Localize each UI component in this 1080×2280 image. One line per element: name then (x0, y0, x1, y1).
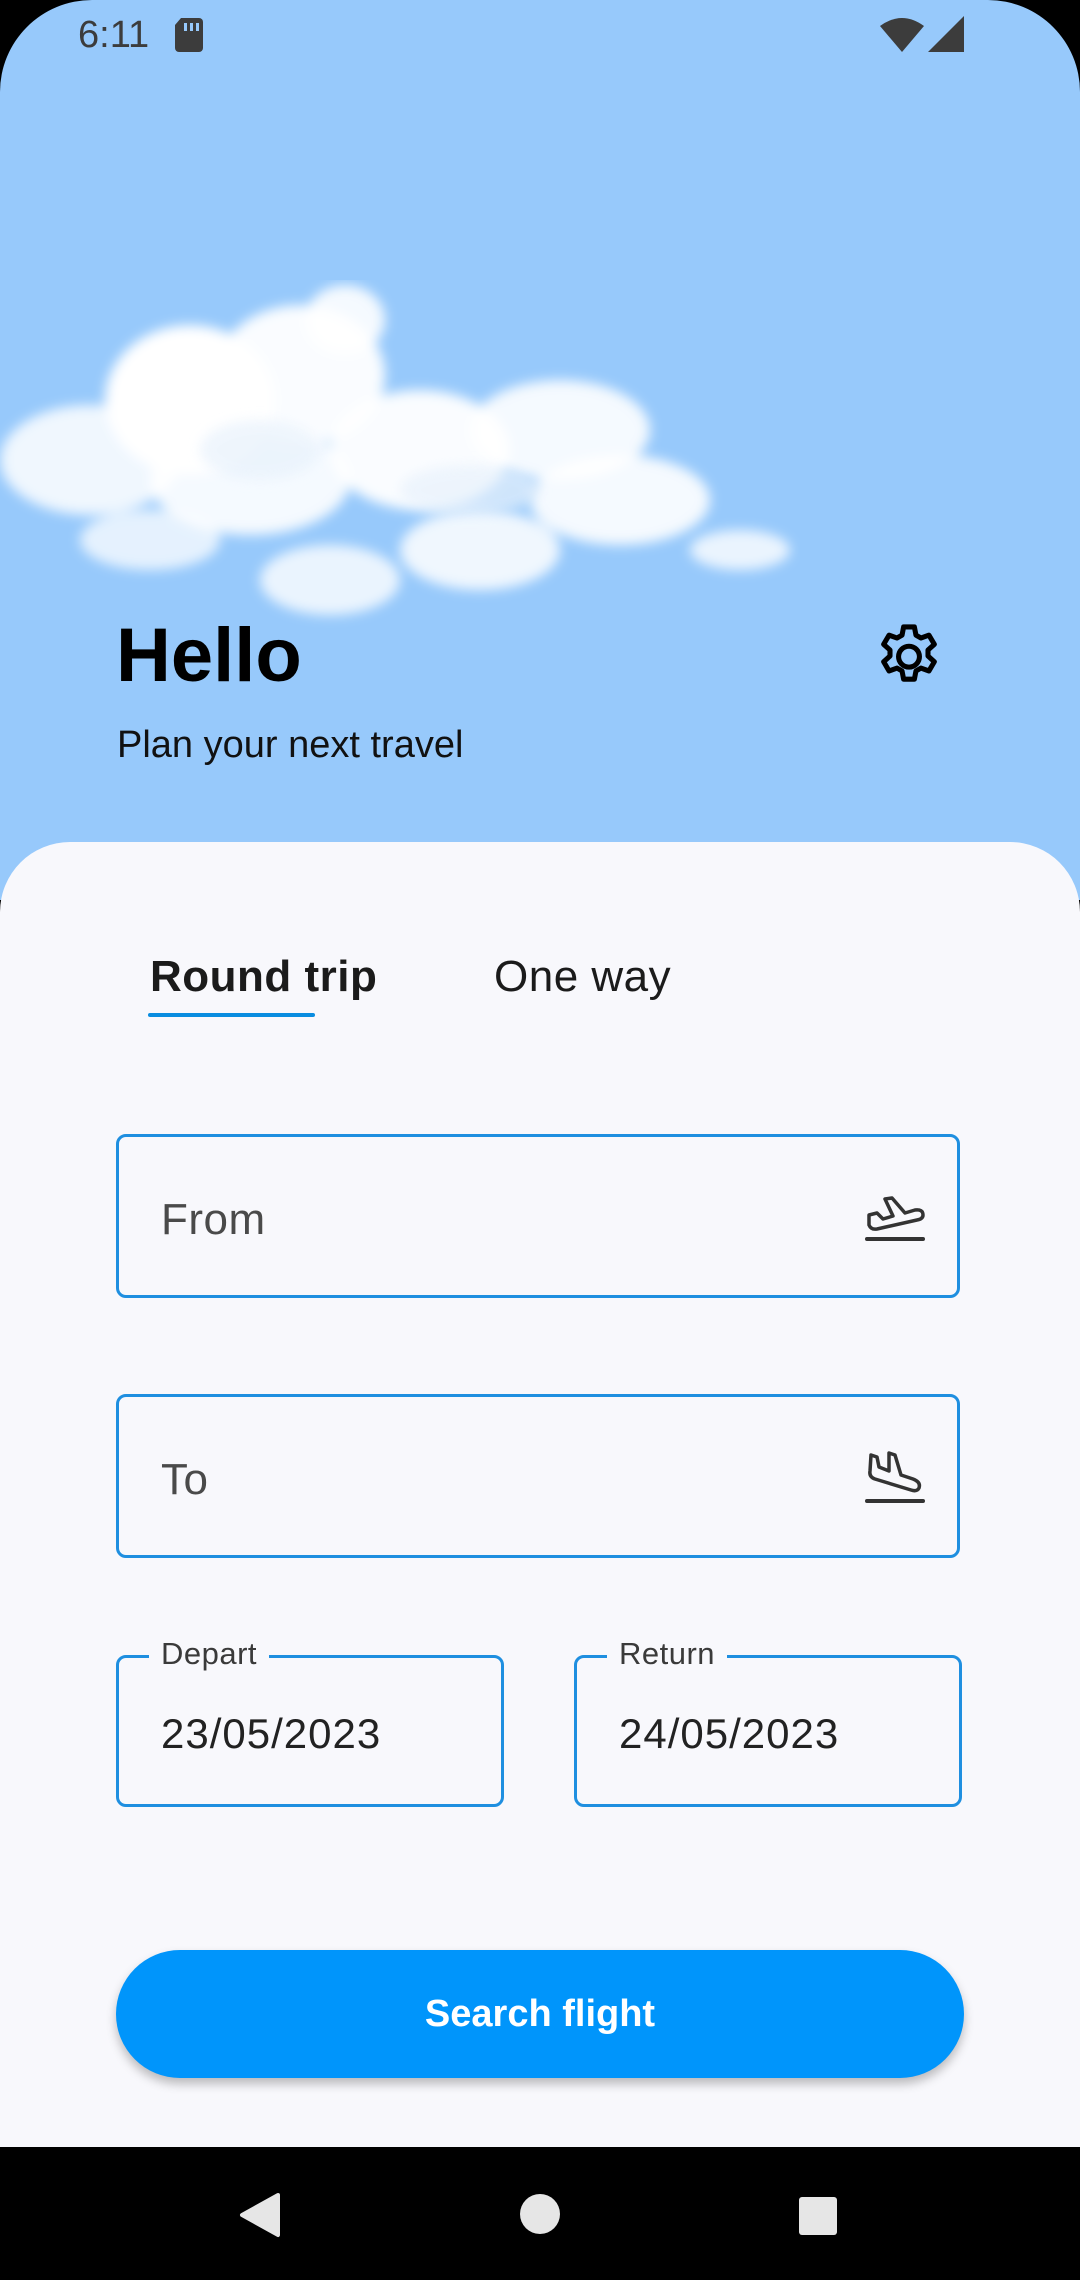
airplane-takeoff-icon (863, 1189, 927, 1250)
return-date-field[interactable]: Return 24/05/2023 (574, 1636, 962, 1807)
airplane-landing-icon (863, 1449, 927, 1512)
tab-one-way[interactable]: One way (494, 952, 671, 1002)
tab-indicator (148, 1013, 315, 1017)
tab-round-trip[interactable]: Round trip (150, 952, 377, 1002)
to-placeholder: To (161, 1455, 209, 1504)
return-label: Return (607, 1636, 728, 1672)
status-time: 6:11 (78, 14, 150, 56)
cellular-signal-icon (928, 16, 964, 57)
home-icon[interactable] (518, 2192, 562, 2241)
search-card: Round trip One way From To Depart 23/05/… (0, 842, 1080, 2147)
settings-button[interactable] (866, 614, 952, 700)
recents-icon[interactable] (798, 2196, 838, 2241)
gear-icon (881, 624, 937, 682)
back-icon[interactable] (238, 2191, 282, 2244)
wifi-icon (880, 18, 924, 57)
depart-value: 23/05/2023 (161, 1710, 382, 1757)
hero-sky: 6:11 Hello Plan your next travel (0, 0, 1080, 900)
app-screen: 6:11 Hello Plan your next travel Round t… (0, 0, 1080, 2280)
to-field[interactable]: To (116, 1394, 960, 1558)
return-value: 24/05/2023 (619, 1710, 840, 1757)
cloud-illustration (0, 285, 790, 615)
from-placeholder: From (161, 1195, 266, 1244)
from-field[interactable]: From (116, 1134, 960, 1298)
status-bar: 6:11 (0, 0, 1080, 72)
search-flight-button[interactable]: Search flight (116, 1950, 964, 2078)
greeting-subtitle: Plan your next travel (117, 724, 464, 766)
depart-date-field[interactable]: Depart 23/05/2023 (116, 1636, 504, 1807)
sd-card-icon (175, 18, 203, 57)
system-nav-bar (0, 2147, 1080, 2280)
depart-label: Depart (149, 1636, 270, 1672)
greeting-title: Hello (116, 613, 302, 698)
